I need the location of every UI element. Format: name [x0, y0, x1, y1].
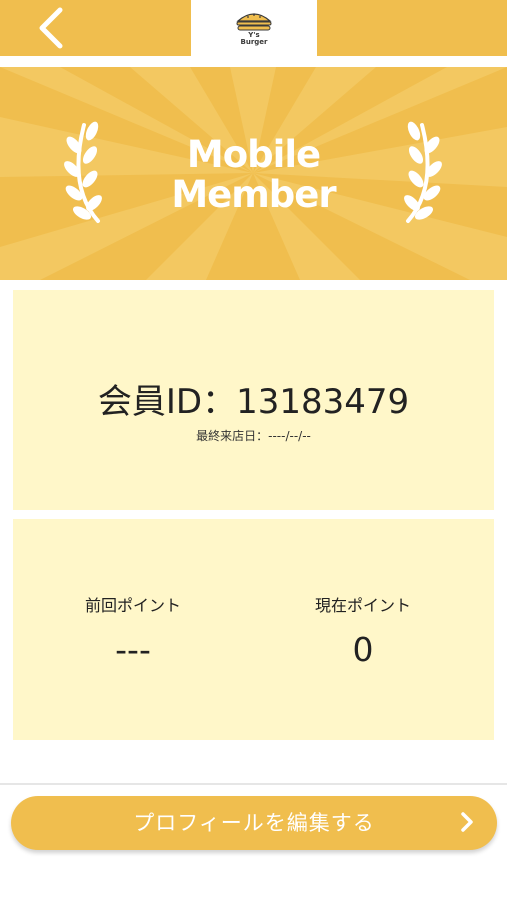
- current-points-value: 0: [352, 630, 374, 669]
- back-button[interactable]: [30, 6, 74, 50]
- previous-points: 前回ポイント ---: [13, 519, 253, 740]
- previous-points-value: ---: [115, 630, 151, 669]
- current-points: 現在ポイント 0: [243, 519, 483, 740]
- chevron-right-icon: [461, 812, 473, 832]
- banner-title-line1: Mobile: [186, 133, 321, 176]
- member-id: 会員ID：13183479: [97, 382, 410, 422]
- member-id-card: 会員ID：13183479 最終来店日：----/--/--: [13, 290, 494, 510]
- points-card: 前回ポイント --- 現在ポイント 0: [13, 519, 494, 740]
- previous-points-label: 前回ポイント: [84, 596, 181, 615]
- divider: [0, 783, 507, 785]
- app-header: Y's Burger: [0, 0, 507, 56]
- current-points-label: 現在ポイント: [314, 596, 411, 615]
- edit-profile-button[interactable]: プロフィールを編集する: [11, 796, 497, 850]
- edit-profile-label: プロフィールを編集する: [133, 811, 375, 835]
- last-visit-date: 最終来店日：----/--/--: [196, 429, 311, 443]
- logo-line2: Burger: [240, 38, 268, 46]
- chevron-left-icon: [39, 7, 63, 49]
- brand-logo: Y's Burger: [191, 0, 317, 56]
- banner-title-line2: Member: [171, 173, 336, 216]
- burger-icon: [236, 13, 272, 31]
- member-banner: Mobile Member: [0, 67, 507, 280]
